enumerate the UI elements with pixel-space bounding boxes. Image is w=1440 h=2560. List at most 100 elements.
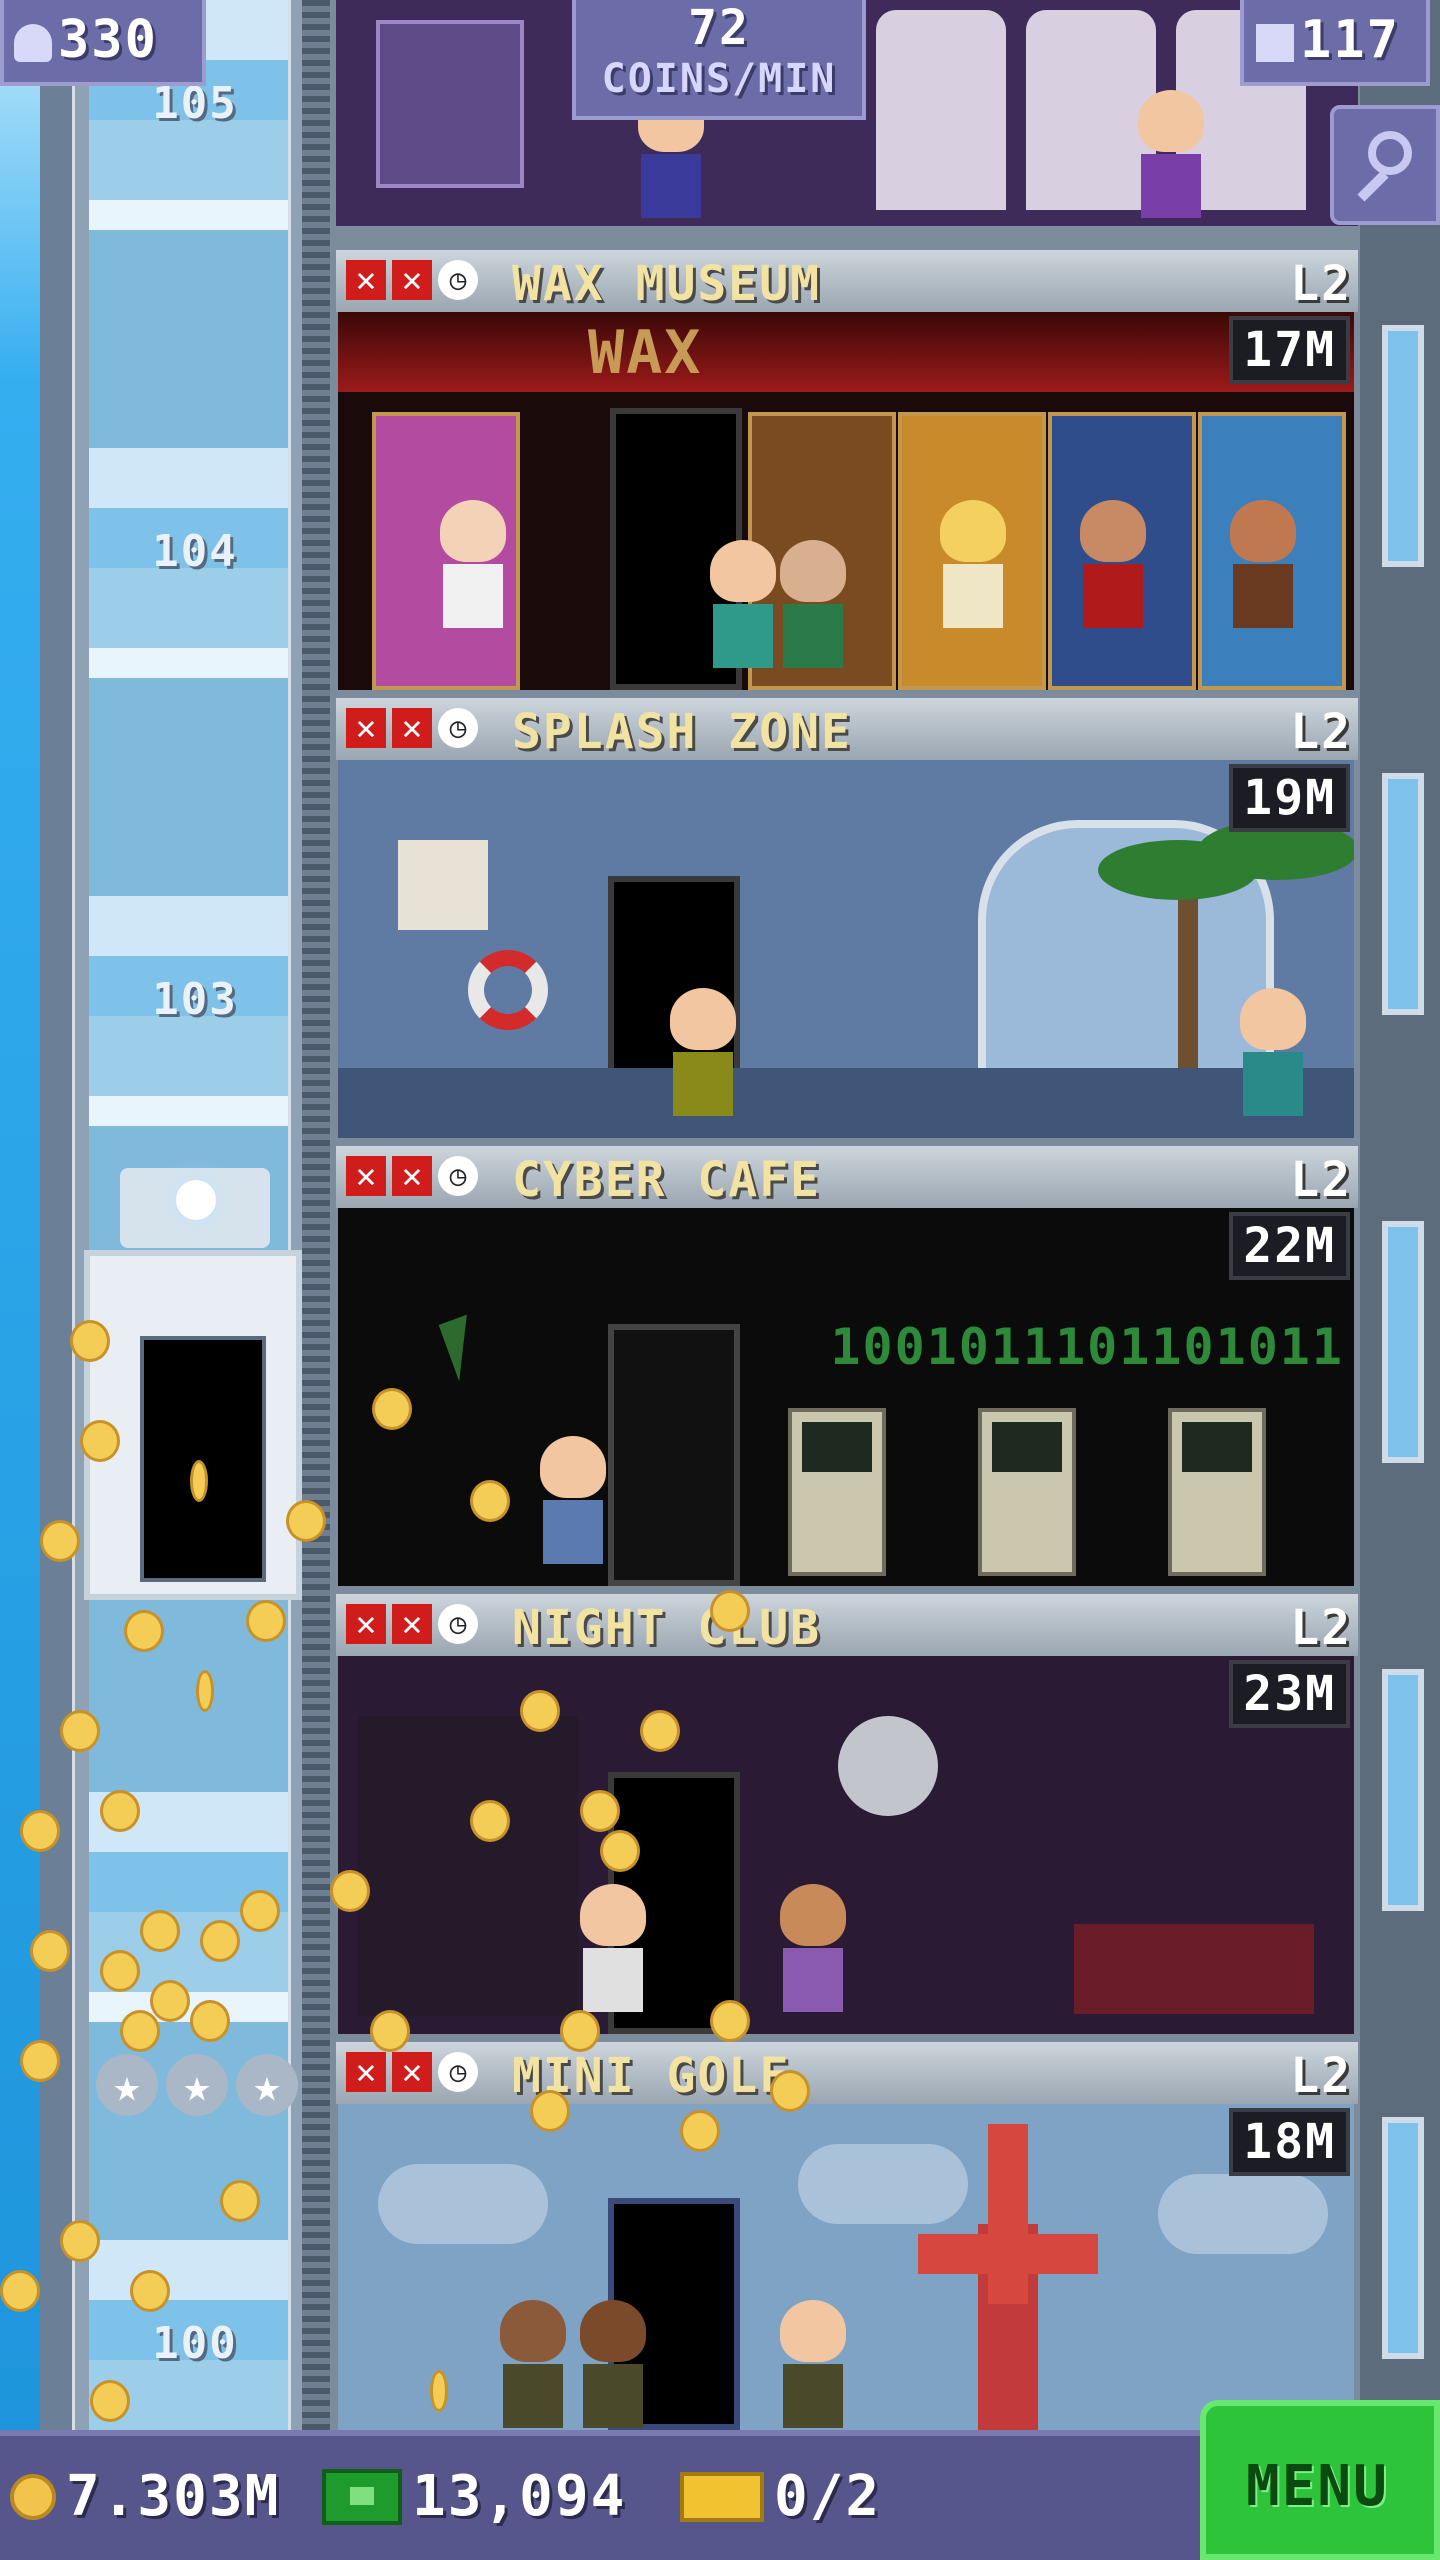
coin-icon — [600, 1830, 640, 1872]
x-icon: ✕ — [346, 260, 386, 300]
coin-icon — [20, 2040, 60, 2082]
computer — [788, 1408, 886, 1576]
floor-number-104: 104 — [152, 526, 238, 577]
coin-icon — [70, 1320, 110, 1362]
tower-window — [1382, 1221, 1424, 1463]
sofa — [1074, 1924, 1314, 2014]
elevator-cable — [302, 0, 330, 2430]
coin-icon — [196, 1670, 214, 1712]
computer — [978, 1408, 1076, 1576]
floor-cyber-cafe[interactable]: ✕ ✕ ◷ CYBER CAFE L2 22M 1001011101101011 — [336, 1146, 1358, 1594]
menu-button[interactable]: MENU — [1200, 2400, 1440, 2560]
magnifier-icon — [1368, 131, 1412, 175]
bitizen[interactable] — [578, 1884, 648, 2014]
coin-icon — [40, 1520, 80, 1562]
coin-icon — [150, 1980, 190, 2022]
tower-window — [1382, 2117, 1424, 2359]
elevator-door — [140, 1336, 266, 1582]
x-icon: ✕ — [392, 1604, 432, 1644]
coin-icon — [520, 1690, 560, 1732]
floor-level: L2 — [1290, 704, 1352, 760]
floor-mini-golf[interactable]: ✕ ✕ ◷ MINI GOLF L2 18M — [336, 2042, 1358, 2430]
coin-icon — [60, 1710, 100, 1752]
disco-ball — [838, 1716, 938, 1816]
x-icon: ✕ — [346, 2052, 386, 2092]
star-icon: ★ — [96, 2054, 158, 2116]
coin-icon — [246, 1600, 286, 1642]
floor-level: L2 — [1290, 1600, 1352, 1656]
floor-splash-zone[interactable]: ✕ ✕ ◷ SPLASH ZONE L2 19M — [336, 698, 1358, 1146]
coin-icon — [770, 2070, 810, 2112]
floor-name: WAX MUSEUM — [512, 256, 821, 312]
coin-icon — [124, 1610, 164, 1652]
coin-icon — [710, 2000, 750, 2042]
tower-bux-balance[interactable]: 13,094 — [322, 2464, 626, 2529]
x-icon: ✕ — [346, 708, 386, 748]
casino-pillar-sign — [376, 20, 524, 188]
bitizen[interactable] — [1136, 90, 1206, 220]
x-icon: ✕ — [392, 260, 432, 300]
star-icon: ★ — [166, 2054, 228, 2116]
tower-bux-icon — [322, 2468, 402, 2525]
coins-per-minute-panel: 72 COINS/MIN — [572, 0, 866, 120]
population-counter[interactable]: 330 — [0, 0, 206, 86]
notice-board — [398, 840, 488, 930]
bitizen[interactable] — [538, 1436, 608, 1566]
shaft-rail-left — [72, 0, 89, 2430]
windmill-blade — [988, 2124, 1028, 2304]
elevator-light — [176, 1180, 216, 1220]
bitizen[interactable] — [778, 2300, 848, 2430]
floor-header: ✕ ✕ ◷ MINI GOLF L2 — [336, 2042, 1358, 2104]
magnifier-handle — [1357, 170, 1389, 202]
coin-icon — [560, 2010, 600, 2052]
room-interior: 23M — [338, 1656, 1354, 2034]
building-icon — [1256, 24, 1294, 62]
wax-figure — [438, 500, 508, 630]
lifebuoy-icon — [468, 950, 548, 1030]
bitizen[interactable] — [498, 2300, 568, 2430]
coin-icon — [330, 1870, 370, 1912]
floor-level: L2 — [1290, 256, 1352, 312]
bitizen[interactable] — [1238, 988, 1308, 1118]
tower-window — [1382, 1669, 1424, 1911]
x-icon: ✕ — [392, 2052, 432, 2092]
bitizen[interactable] — [578, 2300, 648, 2430]
cloud — [378, 2164, 548, 2244]
coin-icon — [20, 1810, 60, 1852]
coin-icon — [100, 1790, 140, 1832]
search-button[interactable] — [1330, 105, 1440, 225]
bitizen[interactable] — [668, 988, 738, 1118]
floor-value: 22M — [1229, 1212, 1350, 1280]
floor-value: 18M — [1229, 2108, 1350, 2176]
floor-wax-museum[interactable]: ✕ ✕ ◷ WAX MUSEUM L2 17M WAX — [336, 250, 1358, 698]
bitizen[interactable] — [778, 540, 848, 670]
tower-window — [1382, 325, 1424, 567]
floor-counter[interactable]: 117 — [1240, 0, 1430, 86]
room-interior: 18M — [338, 2104, 1354, 2430]
coin-icon — [0, 2270, 40, 2312]
clock-icon: ◷ — [438, 1156, 478, 1196]
elevator-car[interactable] — [84, 1250, 302, 1600]
floor-header: ✕ ✕ ◷ WAX MUSEUM L2 — [336, 250, 1358, 312]
bitizen[interactable] — [708, 540, 778, 670]
tickets-value: 0/2 — [774, 2464, 882, 2529]
coin-icon — [580, 1790, 620, 1832]
coin-icon — [10, 2473, 56, 2520]
bitizen[interactable] — [778, 1884, 848, 2014]
cloud — [798, 2144, 968, 2224]
pool-floor — [338, 1068, 1354, 1138]
coins-per-min-label: COINS/MIN — [601, 56, 837, 102]
clock-icon: ◷ — [438, 1604, 478, 1644]
coins-value: 7.303M — [66, 2464, 281, 2529]
coins-balance[interactable]: 7.303M — [10, 2464, 280, 2529]
coin-icon — [680, 2110, 720, 2152]
floor-number-103: 103 — [152, 974, 238, 1025]
floor-header: ✕ ✕ ◷ NIGHT CLUB L2 — [336, 1594, 1358, 1656]
wax-figure — [1078, 500, 1148, 630]
coin-icon — [430, 2370, 448, 2412]
tickets-balance[interactable]: 0/2 — [680, 2464, 881, 2529]
clock-icon: ◷ — [438, 260, 478, 300]
coin-icon — [80, 1420, 120, 1462]
x-icon: ✕ — [346, 1604, 386, 1644]
clock-icon: ◷ — [438, 2052, 478, 2092]
